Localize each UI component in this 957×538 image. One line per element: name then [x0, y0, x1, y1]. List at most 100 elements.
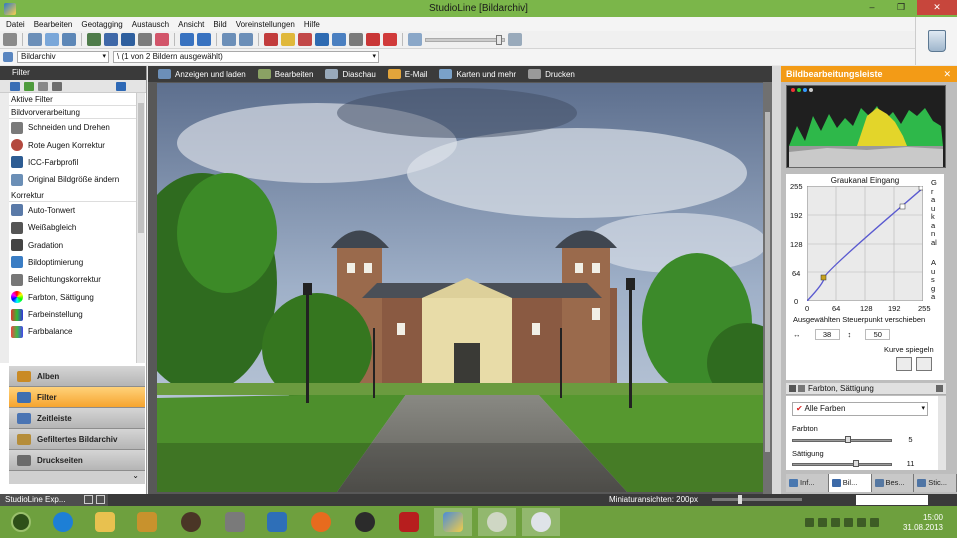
saturation-slider[interactable] — [792, 463, 892, 466]
copy-icon[interactable] — [45, 33, 59, 46]
nav-filtered-archive[interactable]: Gefiltertes Bildarchiv — [9, 429, 145, 450]
fit-icon[interactable] — [508, 33, 522, 46]
filter-item-optimize[interactable]: Bildoptimierung — [9, 254, 137, 271]
viewer-scrollbar[interactable] — [763, 82, 772, 494]
details-view-icon[interactable] — [104, 33, 118, 46]
cut-icon[interactable] — [28, 33, 42, 46]
right-panel-collapse-handle[interactable] — [772, 66, 781, 494]
taskbar-app-gauge[interactable] — [522, 508, 560, 536]
menu-ansicht[interactable]: Ansicht — [178, 20, 204, 29]
brush-icon[interactable] — [52, 81, 62, 91]
zoom-icon[interactable] — [408, 33, 422, 46]
nav-print-pages[interactable]: Druckseiten — [9, 450, 145, 471]
action-view-load[interactable]: Anzeigen und laden — [158, 69, 246, 79]
minimize-button[interactable]: ‒ — [860, 0, 884, 15]
edit-icon[interactable] — [138, 33, 152, 46]
curve-plot[interactable] — [807, 186, 923, 301]
panel-collapse-handle[interactable] — [0, 93, 9, 363]
star-icon[interactable] — [281, 33, 295, 46]
taskbar-app-settings[interactable] — [258, 508, 296, 536]
tray-volume-icon[interactable] — [870, 517, 879, 527]
taskbar-app-speaker[interactable] — [172, 508, 210, 536]
pin-icon[interactable] — [798, 385, 805, 392]
menu-bild[interactable]: Bild — [213, 20, 226, 29]
marker-icon[interactable] — [298, 33, 312, 46]
filter-item-hue-saturation[interactable]: Farbton, Sättigung — [9, 289, 137, 306]
export-icon[interactable] — [366, 33, 380, 46]
edit-panel-close-button[interactable]: ✕ — [943, 66, 951, 82]
filter-item-gradation[interactable]: Gradation — [9, 236, 137, 253]
tray-network-icon[interactable] — [857, 517, 866, 527]
filter-tool-icon[interactable] — [10, 81, 20, 91]
filter-item-white-balance[interactable]: Weißabgleich — [9, 219, 137, 236]
refresh-icon[interactable] — [383, 33, 397, 46]
start-button[interactable] — [2, 508, 40, 536]
taskbar-clock[interactable]: 15:00 31.08.2013 — [903, 513, 943, 533]
filter-item-auto-levels[interactable]: Auto-Tonwert — [9, 202, 137, 219]
tab-image-edit[interactable]: Bil... — [828, 474, 872, 492]
menu-geotagging[interactable]: Geotagging — [81, 20, 122, 29]
hue-slider[interactable] — [792, 439, 892, 442]
tab-info[interactable]: Inf... — [786, 474, 829, 492]
tab-keywords[interactable]: Stic... — [914, 474, 957, 492]
mirror-horizontal-button[interactable] — [896, 357, 912, 371]
taskbar-studioline[interactable] — [434, 508, 472, 536]
taskbar-app-camera[interactable] — [128, 508, 166, 536]
share-icon[interactable] — [349, 33, 363, 46]
zoom-slider[interactable] — [425, 34, 505, 45]
tray-arrow-icon[interactable] — [805, 517, 814, 527]
nav-albums[interactable]: Alben — [9, 366, 145, 387]
paste-icon[interactable] — [62, 33, 76, 46]
view-icon[interactable] — [3, 33, 17, 46]
taskbar-app-tools[interactable] — [216, 508, 254, 536]
explorer-restore-icon[interactable] — [84, 495, 93, 504]
tray-flag-icon[interactable] — [831, 517, 840, 527]
filter-item-resize[interactable]: Original Bildgröße ändern — [9, 171, 137, 188]
close-button[interactable]: ✕ — [917, 0, 957, 15]
hue-saturation-header[interactable]: Farbton, Sättigung — [786, 383, 946, 395]
tray-shield-icon[interactable] — [818, 517, 827, 527]
arrow-right-icon[interactable] — [116, 81, 126, 91]
menu-datei[interactable]: Datei — [6, 20, 25, 29]
nav-timeline[interactable]: Zeitleiste — [9, 408, 145, 429]
saturation-slider-thumb[interactable] — [853, 460, 859, 467]
filter-item-color-adjust[interactable]: Farbeinstellung — [9, 306, 137, 323]
thumbnail-size-slider[interactable] — [712, 495, 802, 504]
taskbar-ie[interactable] — [44, 508, 82, 536]
nav-chevron-icon[interactable]: ⌄ — [9, 471, 145, 484]
taskbar-explorer[interactable] — [86, 508, 124, 536]
explorer-close-icon[interactable] — [96, 495, 105, 504]
taskbar-app-disc[interactable] — [346, 508, 384, 536]
menu-austausch[interactable]: Austausch — [132, 20, 169, 29]
taskbar-firefox[interactable] — [302, 508, 340, 536]
tab-description[interactable]: Bes... — [871, 474, 915, 492]
color-range-select[interactable]: ✔ Alle Farben ▾ — [792, 402, 928, 416]
curve-input-field[interactable]: 38 — [814, 329, 840, 340]
action-slideshow[interactable]: Diaschau — [325, 69, 376, 79]
filter-item-color-balance[interactable]: Farbbalance — [9, 323, 137, 340]
action-maps[interactable]: Karten und mehr — [439, 69, 516, 79]
collapse-icon[interactable] — [789, 385, 796, 392]
menu-hilfe[interactable]: Hilfe — [304, 20, 320, 29]
back-icon[interactable] — [180, 33, 194, 46]
globe-icon[interactable] — [315, 33, 329, 46]
filter-item-crop[interactable]: Schneiden und Drehen — [9, 119, 137, 136]
trash-button[interactable] — [915, 17, 957, 65]
filter-list-scrollbar[interactable] — [136, 93, 145, 363]
action-email[interactable]: E-Mail — [387, 69, 427, 79]
filter-item-icc[interactable]: ICC-Farbprofil — [9, 154, 137, 171]
rotate-icon[interactable] — [155, 33, 169, 46]
photo-preview[interactable] — [157, 83, 764, 492]
redo-icon[interactable] — [239, 33, 253, 46]
forward-icon[interactable] — [197, 33, 211, 46]
tag-icon[interactable] — [264, 33, 278, 46]
mirror-vertical-button[interactable] — [916, 357, 932, 371]
restore-button[interactable]: ❐ — [889, 0, 913, 15]
hue-value[interactable]: 5 — [898, 435, 923, 446]
grid-view-icon[interactable] — [87, 33, 101, 46]
action-print[interactable]: Drucken — [528, 69, 575, 79]
nav-filter[interactable]: Filter — [9, 387, 145, 408]
tray-battery-icon[interactable] — [844, 517, 853, 527]
action-edit[interactable]: Bearbeiten — [257, 69, 313, 79]
filter-item-redeye[interactable]: Rote Augen Korrektur — [9, 136, 137, 153]
